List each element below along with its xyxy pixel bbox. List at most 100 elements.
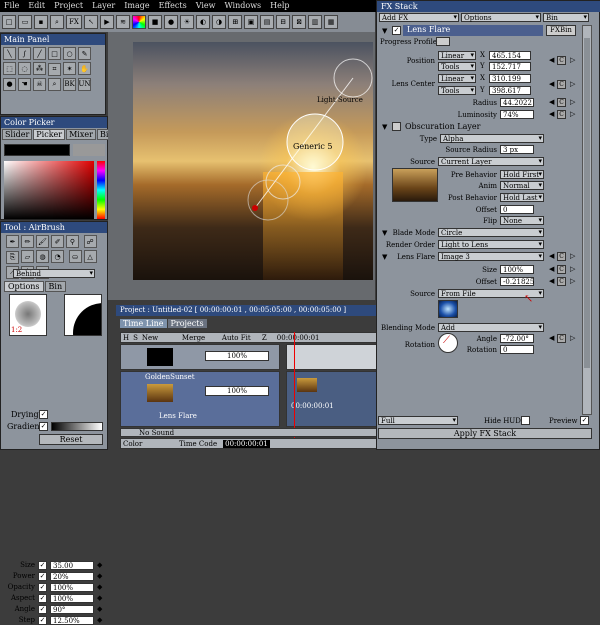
play-icon[interactable]: ▶ — [100, 15, 114, 29]
grid-icon[interactable]: ⊞ — [228, 15, 242, 29]
curve-button[interactable]: C — [557, 252, 566, 261]
bk-button[interactable]: BK — [63, 77, 76, 91]
square-icon[interactable]: ■ — [148, 15, 162, 29]
ellipse-icon[interactable]: ○ — [63, 47, 76, 60]
layer1-track[interactable] — [286, 344, 380, 370]
rotation-field[interactable]: 0 — [500, 345, 534, 354]
fxbin-button[interactable]: FXBin — [546, 25, 576, 36]
size-field[interactable]: 100% — [500, 265, 534, 274]
menu-effects[interactable]: Effects — [155, 0, 192, 12]
frame-icon[interactable]: ▣ — [244, 15, 258, 29]
progress-profile-checkbox[interactable] — [436, 37, 450, 46]
stepper-icon[interactable]: ◆ — [97, 594, 102, 602]
tab-options[interactable]: Options — [4, 281, 44, 292]
arrow-left-icon[interactable]: ◀ — [549, 252, 554, 260]
arrow-right-icon[interactable]: ▷ — [570, 110, 575, 118]
current-color-swatch[interactable] — [4, 144, 70, 156]
eyedrop-icon[interactable]: ⚲ — [66, 235, 79, 248]
arrow-right-icon[interactable]: ▷ — [570, 277, 575, 285]
panel-icon[interactable]: ▥ — [308, 15, 322, 29]
expand-icon[interactable]: ▼ — [382, 27, 387, 35]
curve-icon[interactable]: ∫ — [18, 47, 31, 60]
lens-center-y-field[interactable]: 398.617 — [489, 86, 531, 95]
position-tools-select[interactable]: Tools — [438, 62, 476, 71]
line-icon[interactable]: ╲ — [3, 47, 16, 60]
hue-slider[interactable] — [97, 161, 105, 219]
arrow-icon[interactable]: ↖ — [84, 15, 98, 29]
pre-behavior-select[interactable]: Hold First — [500, 170, 544, 179]
auto-fit-button[interactable]: Auto Fit — [222, 334, 258, 342]
blend-mode-select[interactable]: Behind — [13, 269, 95, 278]
color-wheel-icon[interactable] — [132, 15, 146, 29]
previous-color-swatch[interactable] — [73, 144, 105, 156]
tool-param-checkbox[interactable]: ✓ — [38, 561, 47, 570]
arrow-right-icon[interactable]: ▷ — [570, 80, 575, 88]
menu-windows[interactable]: Windows — [220, 0, 266, 12]
open-icon[interactable]: ▭ — [18, 15, 32, 29]
layers-icon[interactable]: ≋ — [116, 15, 130, 29]
curve-button[interactable]: C — [557, 334, 566, 343]
curve-button[interactable]: C — [557, 80, 566, 89]
offset2-field[interactable]: -0.21825 — [500, 277, 534, 286]
lens-flare-header[interactable]: Lens Flare — [403, 25, 543, 36]
curve-button[interactable]: C — [557, 277, 566, 286]
star-icon[interactable]: ✶ — [63, 62, 76, 75]
angle-field[interactable]: -72.00° — [500, 334, 534, 343]
fx-scrollbar[interactable] — [582, 25, 592, 415]
arrow-left-icon[interactable]: ◀ — [549, 277, 554, 285]
image-canvas[interactable]: Light Source Generic 5 — [133, 42, 373, 280]
save-icon[interactable]: ▪ — [34, 15, 48, 29]
apply-fx-stack-button[interactable]: Apply FX Stack — [378, 428, 592, 439]
dodge-icon[interactable]: ◔ — [51, 250, 64, 263]
color-dropdown[interactable]: Color — [123, 440, 173, 448]
fx-button[interactable]: FX — [66, 15, 82, 29]
gradient-bar[interactable] — [51, 422, 103, 431]
arrow-right-icon[interactable]: ▷ — [570, 252, 575, 260]
curve-button[interactable]: C — [557, 265, 566, 274]
saturation-value-field[interactable] — [4, 161, 94, 219]
menu-file[interactable]: File — [0, 0, 24, 12]
menu-help[interactable]: Help — [266, 0, 294, 12]
layer2-track[interactable]: 00:00:00:01 — [286, 371, 380, 427]
brush-tool-icon[interactable]: 🖌 — [36, 235, 49, 248]
window-icon[interactable]: ▤ — [260, 15, 274, 29]
wand-icon[interactable]: ⁂ — [33, 62, 46, 75]
type-select[interactable]: Alpha — [440, 134, 544, 143]
blade-mode-select[interactable]: Circle — [438, 228, 544, 237]
arrow-right-icon[interactable]: ▷ — [570, 265, 575, 273]
arrow-left-icon[interactable]: ◀ — [549, 110, 554, 118]
position-mode-select[interactable]: Linear — [438, 51, 476, 60]
position-y-field[interactable]: 152.717 — [489, 62, 531, 71]
merge-button[interactable]: Merge — [182, 334, 218, 342]
bin-select[interactable]: Bin — [543, 13, 589, 22]
quality-select[interactable]: Full — [378, 416, 458, 425]
blending-mode-select[interactable]: Add — [438, 323, 544, 332]
tool-param-checkbox[interactable]: ✓ — [38, 605, 47, 614]
tab-projects[interactable]: Projects — [167, 319, 207, 328]
stepper-icon[interactable]: ◆ — [97, 605, 102, 613]
bulb-icon[interactable]: ☀ — [180, 15, 194, 29]
curve-button[interactable]: C — [557, 56, 566, 65]
blur-icon[interactable]: ◍ — [36, 250, 49, 263]
menu-project[interactable]: Project — [50, 0, 88, 12]
layer-row-2[interactable]: GoldenSunset 100% Lens Flare — [120, 371, 280, 427]
rect-icon[interactable]: □ — [48, 47, 61, 60]
arrow-right-icon[interactable]: ▷ — [570, 56, 575, 64]
tool-param-field[interactable]: 20% — [50, 572, 94, 581]
tool-param-checkbox[interactable]: ✓ — [38, 594, 47, 603]
pencil-icon[interactable]: ✏ — [21, 235, 34, 248]
lens-center-x-field[interactable]: 310.199 — [489, 74, 531, 83]
tool-param-field[interactable]: 35.00 — [50, 561, 94, 570]
curve-button[interactable]: C — [557, 98, 566, 107]
hide-hud-checkbox[interactable] — [521, 416, 530, 425]
expand-icon[interactable]: ▼ — [382, 123, 387, 131]
tab-timeline[interactable]: Time Line — [120, 319, 167, 328]
layer1-opacity[interactable]: 100% — [205, 351, 269, 361]
obscuration-checkbox[interactable] — [392, 122, 401, 131]
source-radius-field[interactable]: 3 px — [500, 145, 534, 154]
view-icon[interactable]: ▦ — [324, 15, 338, 29]
un-button[interactable]: UN — [78, 77, 91, 91]
tool-param-field[interactable]: 12.50% — [50, 616, 94, 625]
tool-param-checkbox[interactable]: ✓ — [38, 616, 47, 625]
gradient-checkbox[interactable]: ✓ — [39, 422, 48, 431]
